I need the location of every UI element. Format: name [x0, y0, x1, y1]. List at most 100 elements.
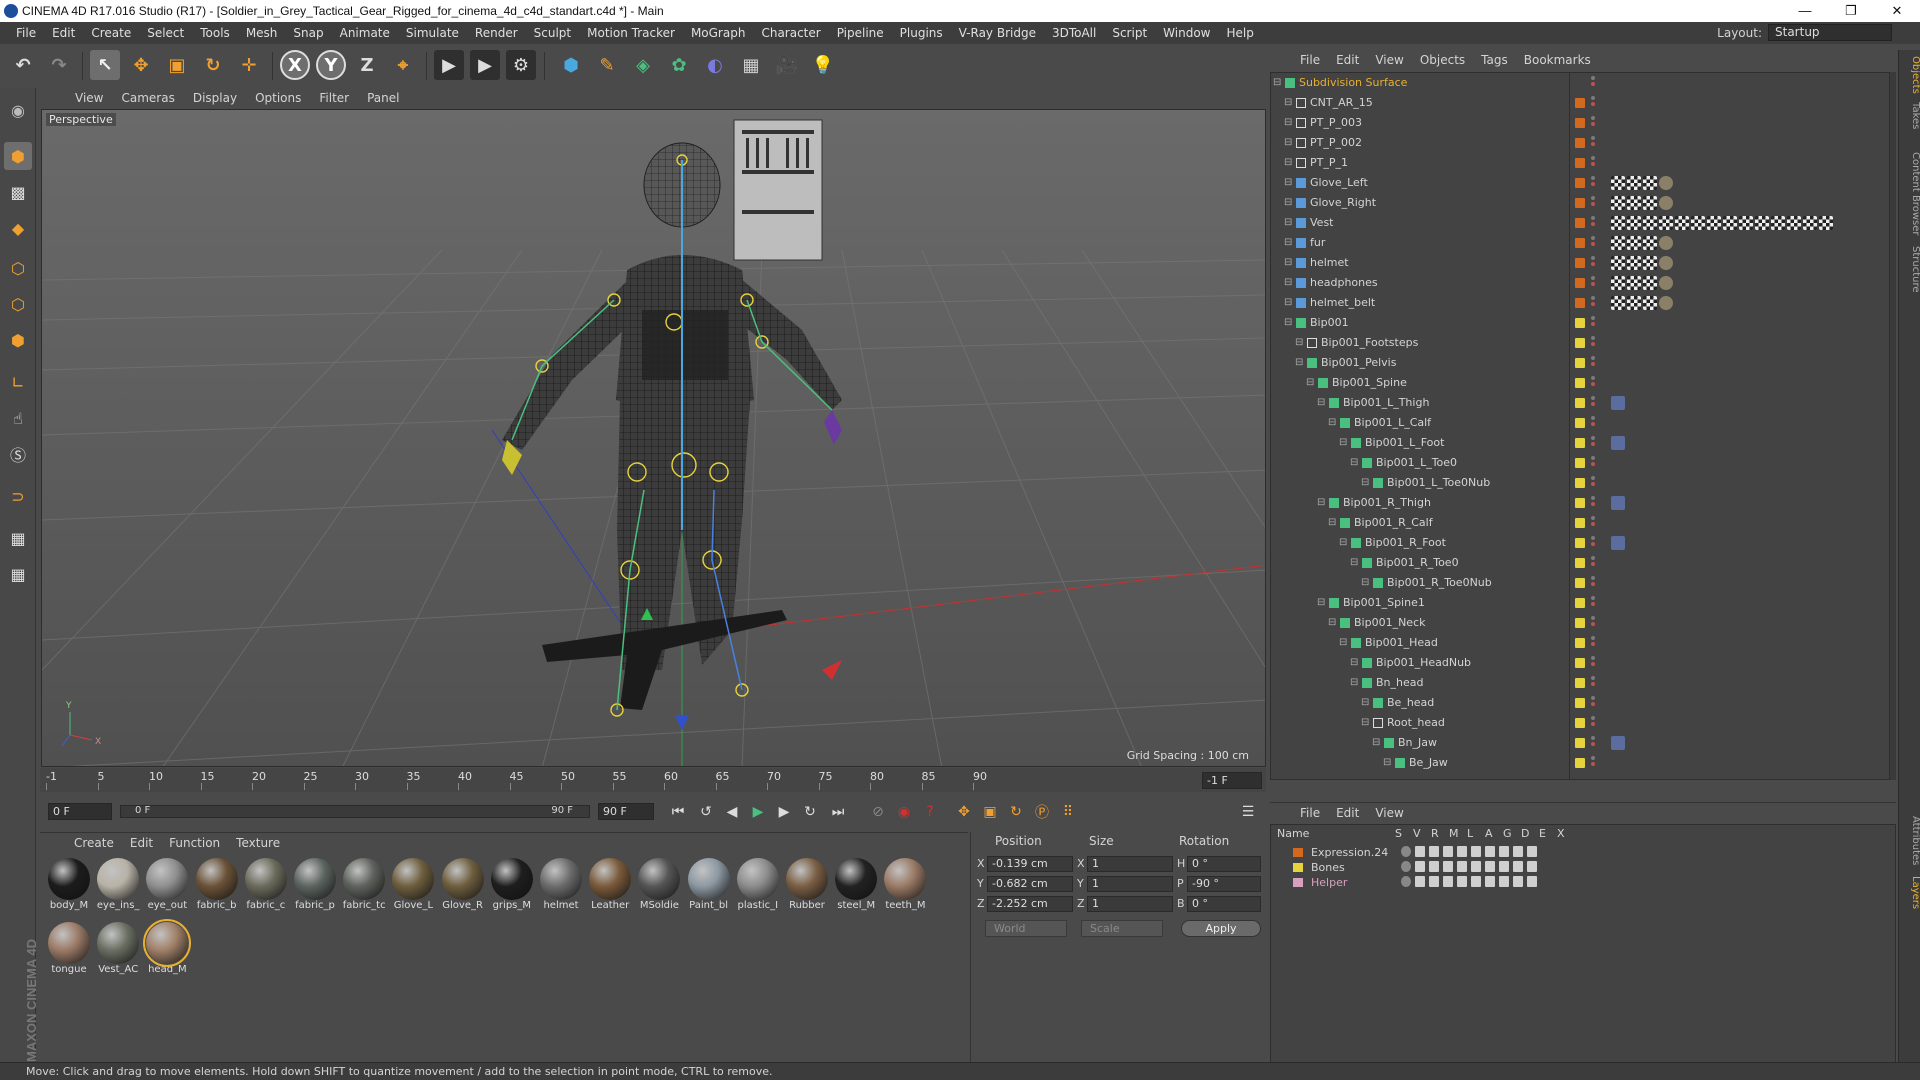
texture-mode-icon[interactable]: ▩	[4, 178, 32, 206]
layout-select[interactable]: Startup	[1768, 24, 1892, 41]
material-swatch[interactable]: fabric_tc	[341, 856, 387, 911]
layer-color-swatch[interactable]	[1575, 598, 1585, 608]
side-tab-attributes[interactable]: Attributes	[1899, 810, 1920, 865]
layer-color-swatch[interactable]	[1575, 758, 1585, 768]
key-parameter-icon[interactable]: Ⓟ	[1030, 801, 1054, 823]
render-settings-icon[interactable]: ⚙	[506, 50, 536, 80]
expand-toggle-icon[interactable]: ⊟	[1328, 613, 1336, 633]
texture-tag-icon[interactable]	[1611, 296, 1625, 310]
material-swatch[interactable]: eye_out	[144, 856, 190, 911]
goto-start-icon[interactable]: ⏮	[666, 801, 690, 823]
size-y-field[interactable]: 1	[1087, 876, 1173, 892]
floor-icon[interactable]: ▦	[736, 50, 766, 80]
expand-toggle-icon[interactable]: ⊟	[1284, 233, 1292, 253]
size-x-field[interactable]: 1	[1087, 856, 1173, 872]
object-name[interactable]: Bip001_R_Calf	[1354, 513, 1433, 533]
ik-tag-icon[interactable]	[1611, 536, 1625, 550]
object-name[interactable]: Bip001_L_Toe0Nub	[1387, 473, 1490, 493]
menu-file[interactable]: File	[8, 26, 44, 40]
texture-tag-icon[interactable]	[1643, 276, 1657, 290]
material-menu-function[interactable]: Function	[161, 836, 228, 850]
object-row[interactable]: ⊟ Bip001_R_Toe0Nub	[1271, 573, 1889, 593]
layer-color-swatch[interactable]	[1575, 738, 1585, 748]
menu-script[interactable]: Script	[1104, 26, 1155, 40]
texture-tag-icon[interactable]	[1611, 256, 1625, 270]
apply-button[interactable]: Apply	[1181, 920, 1261, 937]
key-scale-icon[interactable]: ▣	[978, 801, 1002, 823]
texture-tag-icon[interactable]	[1643, 296, 1657, 310]
object-name[interactable]: Vest	[1310, 213, 1333, 233]
object-manager-scrollbar[interactable]	[1890, 72, 1896, 780]
layer-row[interactable]: Bones	[1271, 860, 1891, 875]
texture-tag-icon[interactable]	[1675, 216, 1689, 230]
object-row[interactable]: ⊟ Bip001_Spine	[1271, 373, 1889, 393]
texture-tag-icon[interactable]	[1819, 216, 1833, 230]
object-name[interactable]: helmet_belt	[1310, 293, 1375, 313]
layer-color-swatch[interactable]	[1575, 478, 1585, 488]
scale-tool-icon[interactable]: ▣	[162, 50, 192, 80]
object-row[interactable]: ⊟ Bip001_Neck	[1271, 613, 1889, 633]
expand-toggle-icon[interactable]: ⊟	[1284, 213, 1292, 233]
visibility-dots[interactable]	[1591, 196, 1595, 210]
rotation-p-field[interactable]: -90 °	[1187, 876, 1261, 892]
viewport-menu-options[interactable]: Options	[246, 91, 310, 105]
expand-toggle-icon[interactable]: ⊟	[1361, 713, 1369, 733]
object-row[interactable]: ⊟ PT_P_003	[1271, 113, 1889, 133]
object-name[interactable]: Bip001_L_Thigh	[1343, 393, 1429, 413]
material-swatch[interactable]: Vest_AC	[95, 920, 141, 975]
visibility-dots[interactable]	[1591, 256, 1595, 270]
visibility-dots[interactable]	[1591, 96, 1595, 110]
layer-color-swatch[interactable]	[1575, 678, 1585, 688]
texture-tag-icon[interactable]	[1643, 216, 1657, 230]
layer-color-swatch[interactable]	[1575, 278, 1585, 288]
layer-color-swatch[interactable]	[1575, 238, 1585, 248]
maximize-button[interactable]: ❐	[1828, 0, 1874, 22]
texture-tag-icon[interactable]	[1627, 176, 1641, 190]
expand-toggle-icon[interactable]: ⊟	[1350, 673, 1358, 693]
next-key-icon[interactable]: ↻	[798, 801, 822, 823]
coordinate-mode-select[interactable]: World	[985, 920, 1067, 937]
object-row[interactable]: ⊟ Bip001_R_Toe0	[1271, 553, 1889, 573]
texture-tag-icon[interactable]	[1627, 196, 1641, 210]
layer-name[interactable]: Helper	[1311, 875, 1347, 890]
layer-color-swatch[interactable]	[1575, 458, 1585, 468]
object-name[interactable]: PT_P_002	[1310, 133, 1362, 153]
points-mode-icon[interactable]: ⬡	[4, 254, 32, 282]
visibility-dots[interactable]	[1591, 656, 1595, 670]
ik-tag-icon[interactable]	[1611, 396, 1625, 410]
ik-tag-icon[interactable]	[1611, 496, 1625, 510]
object-name[interactable]: PT_P_1	[1310, 153, 1348, 173]
object-name[interactable]: Bip001_Pelvis	[1321, 353, 1396, 373]
expand-toggle-icon[interactable]: ⊟	[1295, 353, 1303, 373]
ik-tag-icon[interactable]	[1611, 736, 1625, 750]
layer-color-swatch[interactable]	[1293, 878, 1303, 887]
object-row[interactable]: ⊟ Bip001_L_Thigh	[1271, 393, 1889, 413]
object-menu-view[interactable]: View	[1367, 53, 1411, 67]
object-name[interactable]: helmet	[1310, 253, 1349, 273]
live-selection-icon[interactable]: ✛	[234, 50, 264, 80]
keyframe-selection-icon[interactable]: ?	[918, 801, 942, 823]
rotation-h-field[interactable]: 0 °	[1187, 856, 1261, 872]
expand-toggle-icon[interactable]: ⊟	[1350, 653, 1358, 673]
expand-toggle-icon[interactable]: ⊟	[1361, 473, 1369, 493]
object-name[interactable]: Glove_Left	[1310, 173, 1368, 193]
rotate-tool-icon[interactable]: ↻	[198, 50, 228, 80]
object-row[interactable]: ⊟ CNT_AR_15	[1271, 93, 1889, 113]
timeline-window-icon[interactable]: ☰	[1236, 801, 1260, 823]
object-name[interactable]: Bip001	[1310, 313, 1349, 333]
position-x-field[interactable]: -0.139 cm	[987, 856, 1073, 872]
layer-color-swatch[interactable]	[1575, 658, 1585, 668]
object-row[interactable]: ⊟ PT_P_1	[1271, 153, 1889, 173]
visibility-dots[interactable]	[1591, 736, 1595, 750]
expand-toggle-icon[interactable]: ⊟	[1317, 393, 1325, 413]
object-row[interactable]: ⊟ Bip001_Spine1	[1271, 593, 1889, 613]
object-name[interactable]: Bip001_R_Toe0	[1376, 553, 1459, 573]
timeline-ruler[interactable]: -1 5 10 15 20 25 30 35 40 45 50 55 60 65 70 75 80 85 90 -1…	[40, 768, 1266, 792]
texture-tag-icon[interactable]	[1707, 216, 1721, 230]
material-swatch[interactable]: MSoldie	[636, 856, 682, 911]
expand-toggle-icon[interactable]: ⊟	[1284, 133, 1292, 153]
material-tag-icon[interactable]	[1659, 196, 1673, 210]
menu-create[interactable]: Create	[83, 26, 139, 40]
timeline-end-field[interactable]: -1 F	[1202, 772, 1262, 789]
object-name[interactable]: Bip001_Neck	[1354, 613, 1426, 633]
